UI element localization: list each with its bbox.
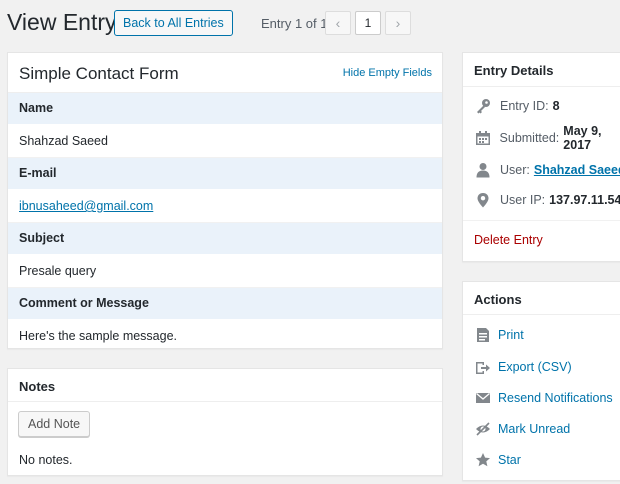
key-icon (474, 97, 492, 115)
mail-icon (474, 389, 492, 407)
form-entry-header: Simple Contact Form Hide Empty Fields (8, 53, 442, 93)
hide-empty-fields-link[interactable]: Hide Empty Fields (343, 67, 432, 79)
notes-title: Notes (19, 379, 56, 394)
resend-notifications-label: Resend Notifications (498, 391, 613, 405)
entry-id-row: Entry ID: 8 (474, 96, 560, 116)
print-icon (474, 326, 492, 344)
user-label: User: (500, 163, 530, 177)
resend-notifications-action[interactable]: Resend Notifications (474, 388, 613, 408)
star-label: Star (498, 453, 521, 467)
field-value-subject: Presale query (8, 255, 442, 288)
submitted-row: Submitted: May 9, 2017 (474, 124, 620, 152)
print-label: Print (498, 328, 524, 342)
hidden-icon (474, 420, 492, 438)
form-entry-box: Simple Contact Form Hide Empty Fields Na… (7, 52, 443, 349)
entry-count: Entry 1 of 1 (261, 16, 328, 31)
star-action[interactable]: Star (474, 450, 521, 470)
form-title: Simple Contact Form (19, 64, 179, 83)
entry-id-value: 8 (552, 99, 560, 113)
user-link[interactable]: Shahzad Saeed (534, 163, 620, 177)
export-icon (474, 358, 492, 376)
actions-box: Actions Print Export (CSV) Resend Notifi… (462, 281, 620, 481)
export-csv-label: Export (CSV) (498, 360, 572, 374)
next-entry-button[interactable]: › (385, 11, 411, 35)
calendar-icon (474, 129, 492, 147)
star-icon (474, 451, 492, 469)
entry-details-title: Entry Details (474, 63, 554, 78)
field-value-email-link[interactable]: ibnusaheed@gmail.com (8, 190, 442, 223)
entry-id-label: Entry ID: (500, 99, 549, 113)
back-to-all-entries-button[interactable]: Back to All Entries (114, 10, 233, 36)
submitted-label: Submitted: (499, 131, 560, 145)
current-page: 1 (355, 11, 381, 35)
field-value-message: Here's the sample message. (19, 329, 178, 343)
field-label-name: Name (8, 93, 442, 125)
export-csv-action[interactable]: Export (CSV) (474, 357, 572, 377)
details-footer-divider (463, 220, 620, 221)
field-value-name: Shahzad Saeed (8, 125, 442, 158)
field-label-email: E-mail (8, 158, 442, 190)
no-notes-text: No notes. (19, 453, 73, 467)
actions-title: Actions (474, 292, 522, 307)
prev-entry-button[interactable]: ‹ (325, 11, 351, 35)
field-label-subject: Subject (8, 223, 442, 255)
page-title: View Entry (7, 9, 117, 35)
notes-box: Notes Add Note No notes. (7, 368, 443, 476)
print-action[interactable]: Print (474, 325, 524, 345)
mark-unread-label: Mark Unread (498, 422, 571, 436)
location-pin-icon (474, 191, 492, 209)
delete-entry-link[interactable]: Delete Entry (474, 233, 543, 247)
user-row: User: Shahzad Saeed (474, 160, 620, 180)
field-label-message: Comment or Message (8, 288, 442, 320)
user-ip-value: 137.97.11.54 (549, 193, 620, 207)
details-divider (463, 86, 620, 87)
submitted-value: May 9, 2017 (563, 124, 602, 152)
user-ip-label: User IP: (500, 193, 546, 207)
actions-divider (463, 314, 620, 315)
user-icon (474, 161, 492, 179)
notes-divider (8, 401, 442, 402)
mark-unread-action[interactable]: Mark Unread (474, 419, 570, 439)
entry-details-box: Entry Details Entry ID: 8 Submitted: May… (462, 52, 620, 262)
user-ip-row: User IP: 137.97.11.54 (474, 190, 620, 210)
add-note-button[interactable]: Add Note (18, 411, 91, 437)
